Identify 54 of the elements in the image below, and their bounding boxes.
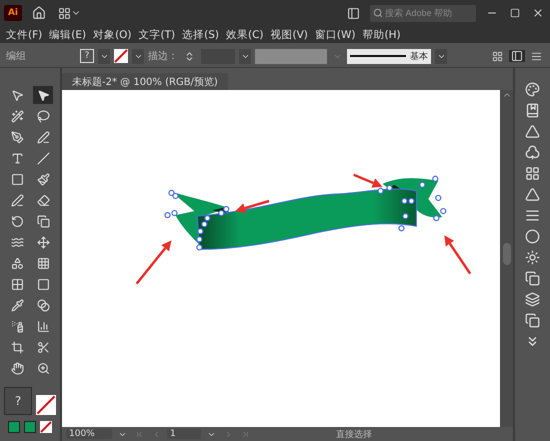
panel-icon[interactable] — [345, 6, 362, 20]
menu-item[interactable]: 文字(T) — [138, 28, 176, 42]
triangle-icon[interactable] — [525, 124, 540, 139]
book-icon[interactable] — [525, 103, 540, 118]
brush-style-field[interactable]: 基本 — [347, 48, 431, 64]
menu-icon[interactable] — [529, 50, 544, 62]
pointer-arrow — [136, 240, 172, 284]
squares-icon[interactable] — [525, 271, 540, 286]
grid-icon[interactable] — [525, 166, 540, 181]
circle-icon[interactable] — [525, 229, 540, 244]
maximize-icon[interactable] — [508, 8, 522, 18]
menu-item[interactable]: 视图(V) — [270, 28, 308, 42]
menu-item[interactable]: 效果(C) — [226, 28, 264, 42]
layers-icon[interactable] — [525, 292, 540, 307]
app-logo[interactable]: Ai — [4, 5, 22, 21]
home-icon[interactable] — [30, 6, 48, 20]
menu-item[interactable]: 帮助(H) — [362, 28, 401, 42]
grid-icon[interactable] — [490, 50, 505, 62]
menu-item[interactable]: 对象(O) — [93, 28, 132, 42]
pointer-icon[interactable] — [33, 86, 53, 104]
caret-icon[interactable] — [435, 48, 447, 64]
sun-icon[interactable] — [525, 250, 540, 265]
variable-width-field[interactable] — [255, 48, 327, 64]
stroke-label: 描边： — [148, 50, 178, 63]
stroke-swatch[interactable] — [36, 395, 56, 415]
palette-icon[interactable] — [525, 82, 540, 97]
pointer-arrow — [444, 235, 472, 274]
fill-swatch[interactable]: ? — [80, 49, 94, 63]
zoom-field[interactable]: 100% — [66, 429, 112, 439]
search-field[interactable]: 搜索 Adobe 帮助 — [370, 4, 476, 22]
menu-item[interactable]: 选择(S) — [182, 28, 219, 42]
fill-box[interactable]: ? — [4, 387, 32, 415]
menu-item[interactable]: 文件(F) — [6, 28, 42, 42]
menu-item[interactable]: 窗口(W) — [314, 28, 356, 42]
lines-icon[interactable] — [525, 208, 540, 223]
color-swatch[interactable] — [8, 421, 20, 433]
current-tool-label: 直接选择 — [336, 428, 372, 440]
document-tab[interactable]: 未标题-2* @ 100% (RGB/预览) — [62, 73, 228, 90]
search-icon — [373, 8, 383, 18]
caret-icon[interactable] — [132, 48, 144, 64]
selection-label: 编组 — [6, 50, 27, 63]
color-swatch[interactable] — [24, 421, 36, 433]
pointer-arrow — [235, 200, 270, 214]
caret-icon[interactable] — [98, 48, 110, 64]
artboard-field[interactable]: 1 — [167, 429, 201, 439]
club-icon[interactable] — [525, 145, 540, 160]
stroke-swatch[interactable] — [114, 49, 128, 63]
menu-item[interactable]: 编辑(E) — [49, 28, 86, 42]
squares-icon[interactable] — [525, 313, 540, 328]
pointer-arrow — [353, 174, 383, 188]
caret-icon[interactable] — [239, 48, 251, 64]
scroll-thumb[interactable] — [502, 243, 510, 265]
triangle-icon[interactable] — [525, 187, 540, 202]
none-swatch[interactable] — [40, 421, 52, 433]
